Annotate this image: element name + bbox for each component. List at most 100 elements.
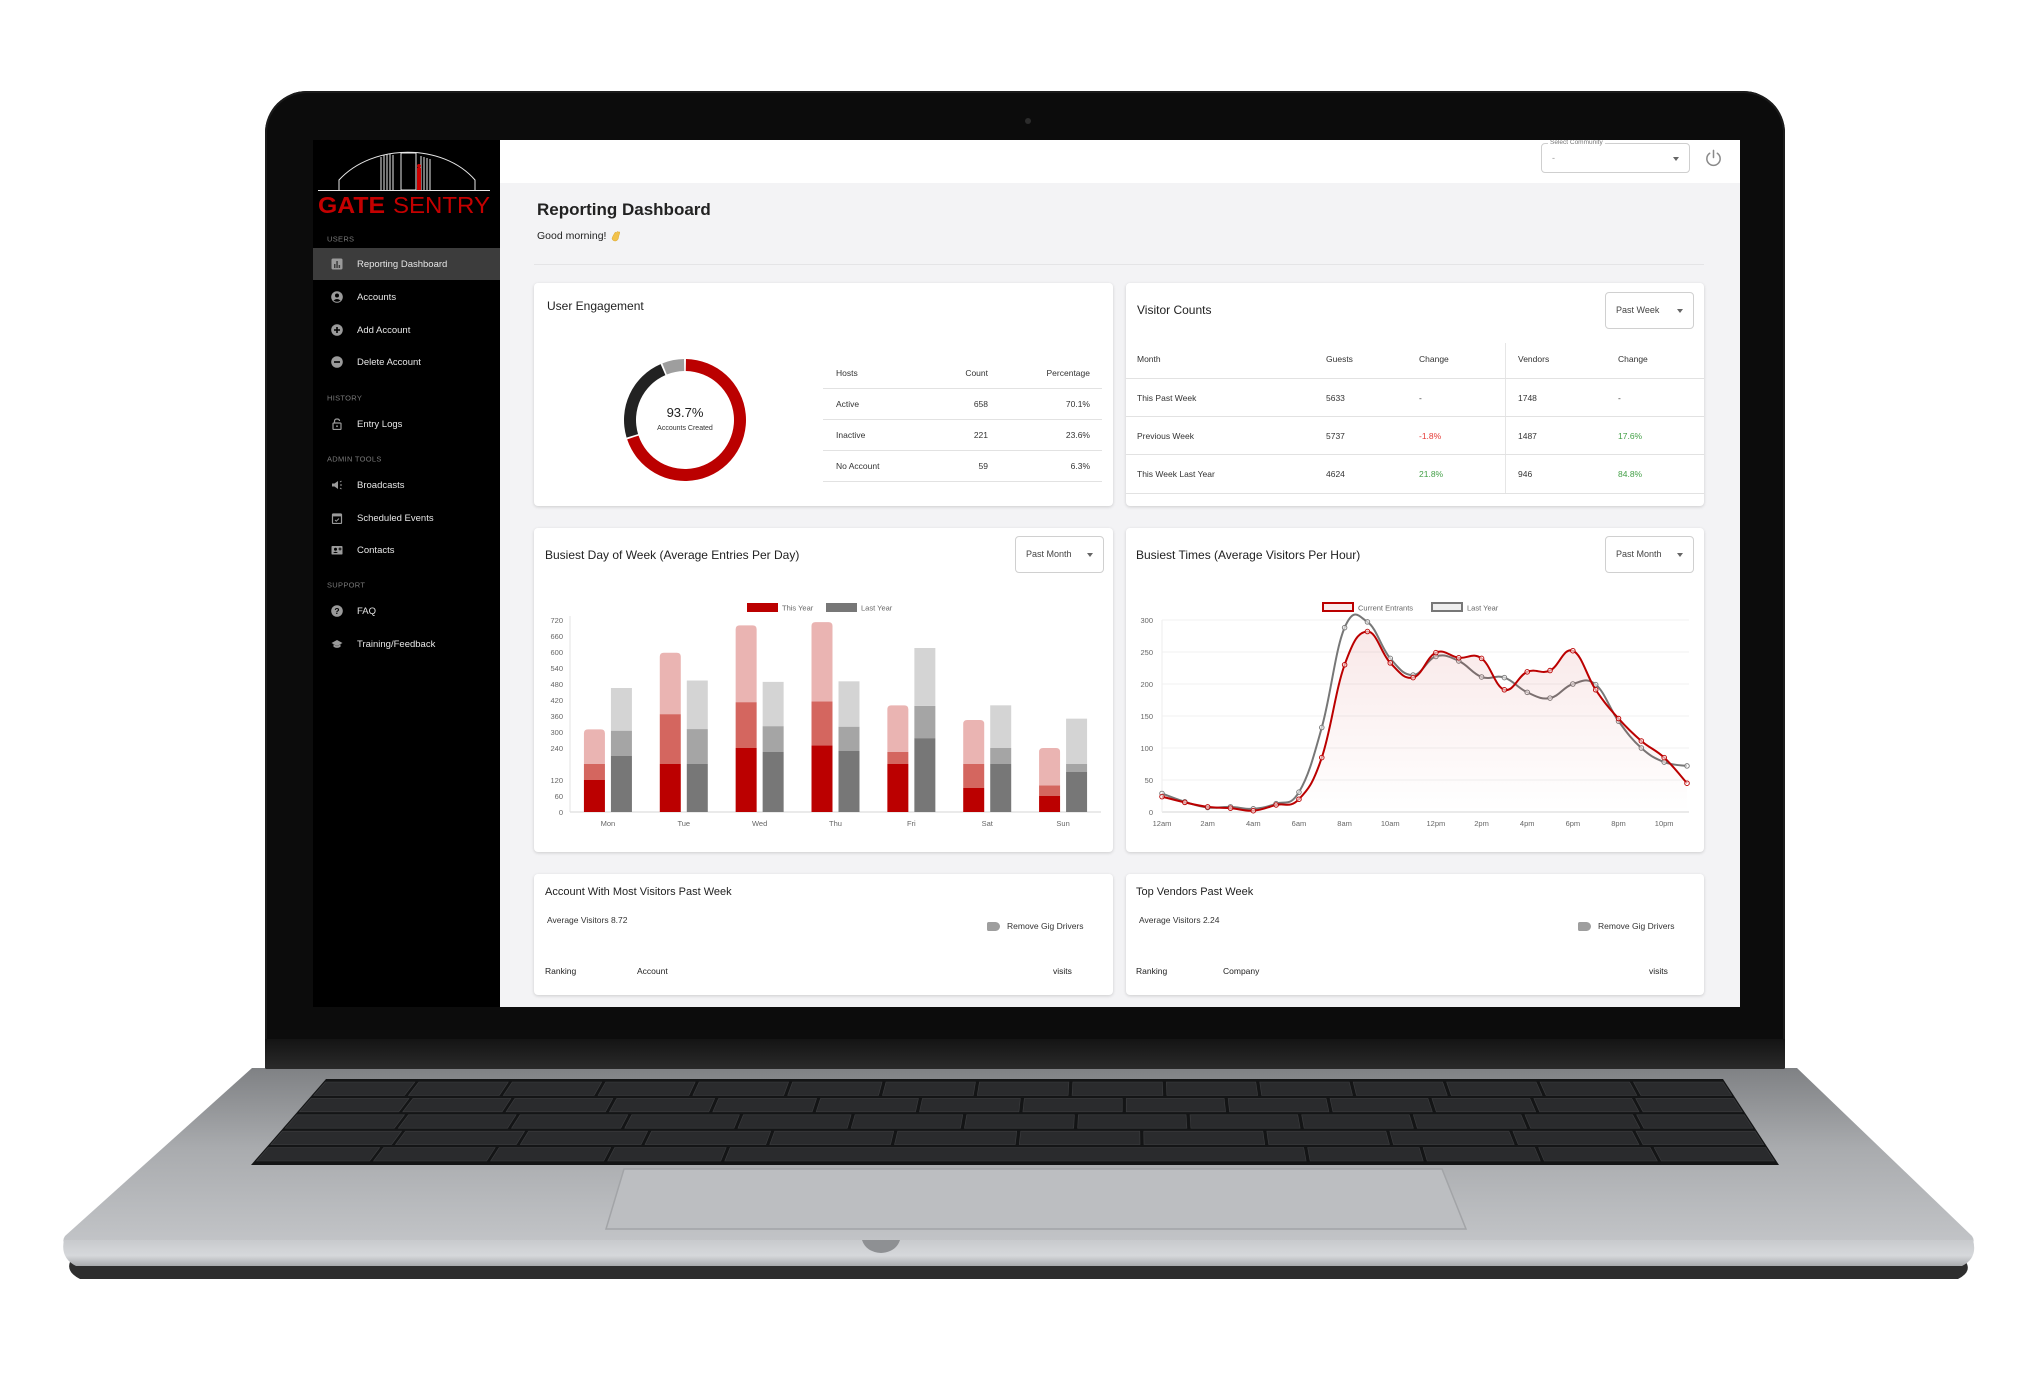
sidebar-item-training-feedback[interactable]: Training/Feedback: [313, 629, 500, 659]
data-point-current-entrants[interactable]: [1433, 649, 1439, 656]
keyboard-key[interactable]: [1533, 1098, 1640, 1113]
bar-segment-this-year-mon[interactable]: [583, 780, 605, 812]
legend-label[interactable]: This Year: [782, 604, 814, 613]
data-point-current-entrants[interactable]: [1478, 655, 1485, 662]
sidebar-item-contacts[interactable]: Contacts: [313, 535, 500, 565]
keyboard-key[interactable]: [1538, 1147, 1658, 1162]
keyboard-key[interactable]: [815, 1098, 919, 1113]
bar-segment-this-year-wed[interactable]: [735, 625, 757, 703]
legend-label[interactable]: Last Year: [861, 604, 893, 613]
bar-segment-this-year-wed[interactable]: [735, 702, 757, 748]
trackpad[interactable]: [604, 1168, 1468, 1230]
keyboard-key[interactable]: [1653, 1147, 1775, 1162]
bar-segment-this-year-tue[interactable]: [659, 764, 681, 812]
keyboard-key[interactable]: [1352, 1081, 1448, 1096]
keyboard-key[interactable]: [255, 1147, 381, 1162]
sidebar-item-delete-account[interactable]: Delete Account: [313, 347, 500, 377]
data-point-current-entrants[interactable]: [1410, 674, 1416, 681]
bar-segment-this-year-sun[interactable]: [1039, 796, 1061, 812]
data-point-last-year[interactable]: [1684, 763, 1690, 769]
keyboard-key[interactable]: [787, 1081, 883, 1096]
data-point-current-entrants[interactable]: [1547, 667, 1553, 674]
bar-segment-this-year-thu[interactable]: [811, 701, 833, 746]
keyboard-key[interactable]: [919, 1098, 1021, 1113]
keyboard-key[interactable]: [1259, 1081, 1353, 1096]
keyboard-key[interactable]: [1636, 1114, 1754, 1129]
bar-segment-last-year-sat[interactable]: [990, 764, 1012, 812]
bar-segment-last-year-wed[interactable]: [762, 681, 784, 727]
data-point-last-year[interactable]: [1296, 789, 1302, 795]
keyboard-key[interactable]: [1412, 1114, 1528, 1129]
keyboard-key[interactable]: [964, 1114, 1075, 1129]
keyboard-key[interactable]: [1633, 1081, 1733, 1096]
bar-segment-this-year-thu[interactable]: [811, 622, 833, 702]
keyboard-key[interactable]: [894, 1130, 1018, 1145]
data-point-last-year[interactable]: [1364, 619, 1371, 625]
keyboard-key[interactable]: [1189, 1114, 1301, 1129]
bar-segment-last-year-wed[interactable]: [762, 726, 784, 752]
keyboard-key[interactable]: [1431, 1098, 1537, 1113]
bar-segment-last-year-wed[interactable]: [762, 752, 784, 812]
bar-segment-last-year-fri[interactable]: [914, 738, 936, 812]
bar-segment-this-year-fri[interactable]: [887, 705, 909, 752]
keyboard-key[interactable]: [1512, 1130, 1640, 1145]
keyboard-key[interactable]: [1635, 1098, 1743, 1113]
data-point-last-year[interactable]: [1501, 674, 1508, 681]
donut-slice-no-account[interactable]: [662, 359, 685, 375]
bar-segment-last-year-sat[interactable]: [990, 705, 1012, 748]
bar-segment-this-year-mon[interactable]: [583, 729, 605, 764]
keyboard-key[interactable]: [1125, 1098, 1226, 1113]
bar-segment-last-year-fri[interactable]: [914, 705, 936, 739]
bar-segment-last-year-sun[interactable]: [1066, 764, 1088, 772]
sidebar-item-faq[interactable]: ? FAQ: [313, 596, 500, 626]
keyboard-key[interactable]: [1446, 1081, 1543, 1096]
bar-segment-last-year-sun[interactable]: [1066, 772, 1088, 812]
bar-segment-this-year-sun[interactable]: [1039, 748, 1061, 786]
community-select[interactable]: Select Community -: [1541, 140, 1690, 173]
keyboard-key[interactable]: [397, 1114, 517, 1129]
keyboard-key[interactable]: [976, 1081, 1070, 1096]
data-point-current-entrants[interactable]: [1387, 660, 1394, 666]
sidebar-item-reporting-dashboard[interactable]: Reporting Dashboard: [313, 248, 500, 280]
data-point-last-year[interactable]: [1341, 624, 1348, 631]
busiest-times-period-select[interactable]: Past Month: [1605, 536, 1694, 573]
remove-gig-drivers-toggle[interactable]: [1578, 922, 1591, 931]
visitor-period-select[interactable]: Past Week: [1605, 292, 1694, 329]
keyboard-key[interactable]: [1022, 1098, 1123, 1113]
bar-segment-this-year-sat[interactable]: [963, 788, 985, 812]
bar-segment-last-year-sat[interactable]: [990, 748, 1012, 764]
keyboard-key[interactable]: [724, 1147, 1307, 1162]
keyboard-key[interactable]: [1071, 1081, 1164, 1096]
bar-segment-this-year-sun[interactable]: [1039, 785, 1061, 796]
bar-segment-this-year-sat[interactable]: [963, 764, 985, 788]
keyboard-key[interactable]: [298, 1098, 410, 1113]
keyboard-key[interactable]: [270, 1130, 403, 1145]
sidebar-item-entry-logs[interactable]: Entry Logs: [313, 409, 500, 439]
data-point-current-entrants[interactable]: [1182, 799, 1188, 806]
data-point-current-entrants[interactable]: [1319, 754, 1325, 761]
bar-segment-last-year-thu[interactable]: [838, 750, 860, 812]
keyboard-key[interactable]: [1266, 1130, 1390, 1145]
keyboard-key[interactable]: [1077, 1114, 1188, 1129]
sidebar-item-broadcasts[interactable]: Broadcasts: [313, 470, 500, 500]
bar-segment-last-year-tue[interactable]: [686, 764, 708, 812]
keyboard-key[interactable]: [1329, 1098, 1433, 1113]
keyboard-key[interactable]: [510, 1114, 629, 1129]
data-point-current-entrants[interactable]: [1296, 796, 1302, 802]
keyboard-key[interactable]: [1389, 1130, 1515, 1145]
bar-segment-last-year-tue[interactable]: [686, 729, 708, 764]
keyboard-key[interactable]: [624, 1114, 740, 1129]
keyboard-key[interactable]: [644, 1130, 772, 1145]
sidebar-item-accounts[interactable]: Accounts: [313, 282, 500, 312]
keyboard-key[interactable]: [597, 1081, 696, 1096]
data-point-current-entrants[interactable]: [1684, 780, 1690, 786]
keyboard-key[interactable]: [502, 1081, 603, 1096]
data-point-current-entrants[interactable]: [1273, 802, 1279, 808]
keyboard-key[interactable]: [407, 1081, 509, 1096]
bar-segment-this-year-tue[interactable]: [659, 714, 681, 764]
keyboard-key[interactable]: [394, 1130, 526, 1145]
bar-segment-last-year-tue[interactable]: [686, 680, 708, 730]
keyboard-key[interactable]: [882, 1081, 976, 1096]
keyboard-key[interactable]: [490, 1147, 612, 1162]
keyboard-key[interactable]: [712, 1098, 817, 1113]
